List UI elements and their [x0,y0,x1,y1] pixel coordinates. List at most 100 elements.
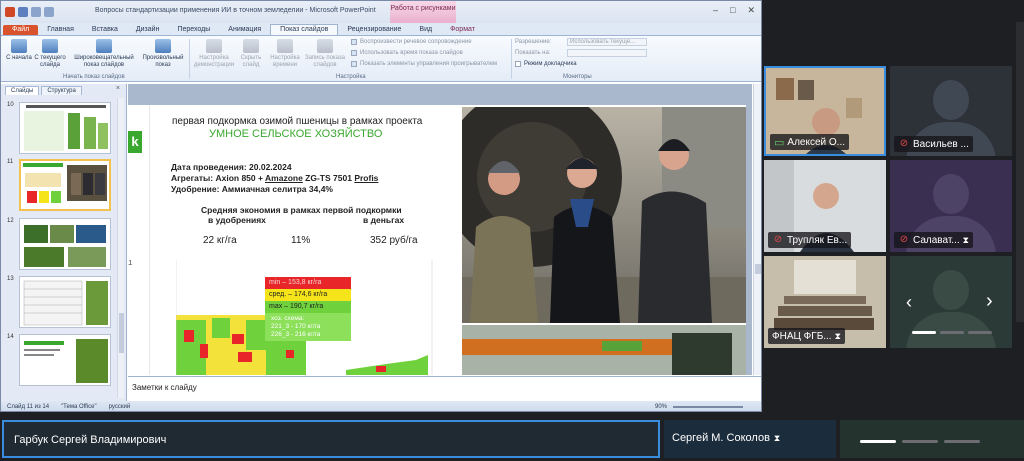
participant-name: ⊘ Васильев ... [894,136,973,152]
page-indicator[interactable] [902,440,938,443]
custom-show-button[interactable]: Произвольный показ [141,39,185,69]
group-label-monitors: Мониторы [563,74,592,80]
slide-margin: k 11 [128,105,150,375]
slide-thumbnail-11[interactable]: 11 [7,159,113,211]
controls-checkbox[interactable]: Показать элементы управления проигрывате… [351,61,497,67]
resolution-label: Разрешение: [515,39,552,45]
broadcast-button[interactable]: Широковещательный показ слайдов [69,39,139,69]
from-current-button[interactable]: С текущего слайда [33,39,67,69]
video-tile-2[interactable]: ⊘ Васильев ... [890,66,1012,156]
legend-min: min – 153,8 кг/га [265,277,351,289]
participant-name: ▭ Алексей О... [770,134,849,150]
prev-page-icon[interactable]: ‹ [906,292,912,313]
third-tile[interactable] [840,420,1024,458]
tab-format[interactable]: Формат [441,25,484,35]
page-indicator[interactable] [968,331,992,334]
narration-checkbox[interactable]: Воспроизвести речевое сопровождение [351,39,472,45]
value-rub: 352 руб/га [370,235,418,246]
theme-name: "Тема Office" [61,404,97,410]
pane-tabs: Слайды Структура [1,84,126,95]
tab-slides[interactable]: Слайды [5,86,40,95]
zoom-slider[interactable] [673,406,743,408]
presenter-view-checkbox[interactable]: Режим докладчика [515,61,577,67]
thumbnail-image [19,218,111,270]
video-tile-5[interactable]: ФНАЦ ФГБ... ⧗ [764,256,886,348]
tab-review[interactable]: Рецензирование [338,25,410,35]
next-page-icon[interactable]: › [986,290,993,313]
zoom-level[interactable]: 90% [649,404,673,410]
custom-show-icon [155,39,171,53]
slide-counter: Слайд 11 из 14 [7,404,50,410]
tab-view[interactable]: Вид [410,25,441,35]
side-number: 11 [128,260,133,267]
video-tile-1[interactable]: ▭ Алексей О... [764,66,886,156]
timer-icon [277,39,293,53]
setup-show-button[interactable]: Настройка демонстрации [191,39,237,69]
show-on-label: Показать на: [515,50,551,56]
tab-file[interactable]: Файл [3,25,39,35]
avatar-placeholder [906,270,996,348]
page-indicator[interactable] [944,440,980,443]
value-kg: 22 кг/га [203,235,237,246]
second-tile[interactable]: Сергей М. Соколов ⧗ [664,420,836,458]
page-indicator[interactable] [940,331,964,334]
resolution-dropdown[interactable]: Использовать текуще... [567,38,647,46]
speaker-name: Гарбук Сергей Владимирович [14,434,167,446]
window-title: Вопросы стандартизации применения ИИ в т… [95,7,376,14]
hide-slide-button[interactable]: Скрыть слайд [237,39,265,69]
tab-slideshow[interactable]: Показ слайдов [270,24,339,35]
slide-thumbnail-13[interactable]: 13 [7,276,113,328]
event-date: Дата проведения: 20.02.2024 [171,162,292,172]
show-on-dropdown[interactable] [567,49,647,57]
page-indicator-active [912,331,936,334]
maximize-icon[interactable]: □ [730,5,735,16]
tab-outline[interactable]: Структура [41,86,82,95]
tab-home[interactable]: Главная [38,25,83,35]
speaker-tile[interactable]: Гарбук Сергей Владимирович [2,420,660,458]
window-controls: – □ ✕ [713,5,755,16]
save-icon[interactable] [18,7,28,17]
video-tile-4[interactable]: ⊘ Салават... ⧗ [890,160,1012,252]
mic-off-icon: ⊘ [899,138,909,149]
minimize-icon[interactable]: – [713,5,718,16]
slide-thumbnail-12[interactable]: 12 [7,218,113,270]
close-pane-icon[interactable]: × [116,85,120,92]
language[interactable]: русский [103,404,137,410]
slideshow-start-icon [11,39,27,53]
grid-scroll [1016,22,1024,322]
current-slide[interactable]: k 11 первая подкормка озимой пшеницы в р… [128,105,746,375]
group-label-setup: Настройка [336,74,366,80]
photo-team-tractor[interactable] [462,107,746,323]
thumbnail-image-selected [19,159,111,211]
rehearse-button[interactable]: Настройка времени [267,39,303,69]
slides-pane: Слайды Структура × 10 11 12 13 14 [1,84,127,401]
from-start-button[interactable]: С начала [5,39,33,62]
undo-icon[interactable] [31,7,41,17]
scheme-1: 221_3 - 170 кг/га [271,323,321,330]
economy-title: Средняя экономия в рамках первой подкорм… [201,205,402,215]
scheme-2: 226_3 - 216 кг/га [271,331,321,338]
mic-off-icon: ⊘ [773,234,783,245]
pane-scrollbar[interactable] [117,98,124,398]
title-bar: Вопросы стандартизации применения ИИ в т… [1,1,761,23]
tab-animation[interactable]: Анимация [219,25,270,35]
tab-transitions[interactable]: Переходы [168,25,219,35]
notes-pane[interactable]: Заметки к слайду [128,376,761,401]
video-tile-3[interactable]: ⊘ Трупляк Ев... [764,160,886,252]
slide-thumbnail-14[interactable]: 14 [7,334,113,386]
tab-insert[interactable]: Вставка [83,25,127,35]
close-icon[interactable]: ✕ [747,5,755,16]
participant-name: ⊘ Салават... ⧗ [894,232,973,248]
screen-share-icon: ▭ [774,136,785,149]
slideshow-current-icon [42,39,58,53]
broadcast-icon [96,39,112,53]
hourglass-icon: ⧗ [773,432,781,443]
record-button[interactable]: Запись показа слайдов [303,39,347,69]
slide-vertical-scrollbar[interactable] [753,84,761,375]
slide-thumbnail-10[interactable]: 10 [7,102,113,154]
tab-design[interactable]: Дизайн [127,25,169,35]
redo-icon[interactable] [44,7,54,17]
hide-slide-icon [243,39,259,53]
slide-subheading: УМНОЕ СЕЛЬСКОЕ ХОЗЯЙСТВО [209,128,383,140]
timings-checkbox[interactable]: Использовать время показа слайдов [351,50,463,56]
